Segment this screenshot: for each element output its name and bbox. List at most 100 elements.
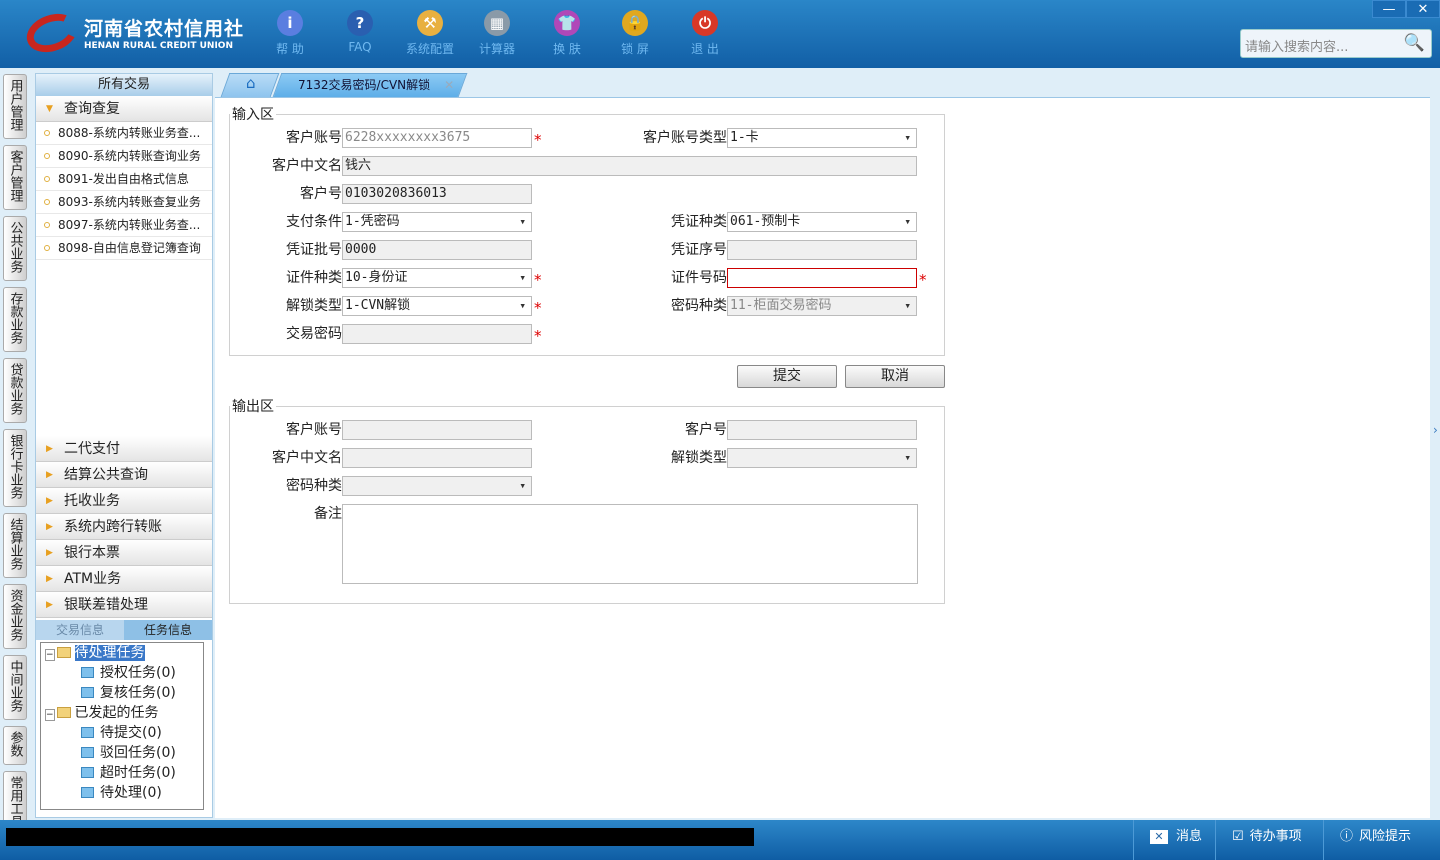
caret-down-icon: ▼ bbox=[46, 104, 53, 114]
transaction-item[interactable]: 8090-系统内转账查询业务 bbox=[36, 145, 212, 168]
todo-button[interactable]: ☑ 待办事项 bbox=[1215, 820, 1323, 860]
voucher-serial-input[interactable] bbox=[727, 240, 917, 260]
password-type-select[interactable]: 11-柜面交易密码 bbox=[727, 296, 917, 316]
item-label: 8091-发出自由格式信息 bbox=[58, 172, 189, 186]
task-label: 授权任务(0) bbox=[100, 665, 176, 681]
vtab-1[interactable]: 客户管理 bbox=[3, 145, 27, 210]
collapse-icon[interactable]: − bbox=[45, 649, 55, 661]
vtab-4[interactable]: 贷款业务 bbox=[3, 358, 27, 423]
name-input[interactable]: 钱六 bbox=[342, 156, 917, 176]
search-icon[interactable]: 🔍 bbox=[1404, 33, 1425, 53]
tool-toolbox[interactable]: ⚒ 系统配置 bbox=[400, 10, 460, 57]
close-tab-icon[interactable]: ✕ bbox=[444, 78, 454, 92]
logo-cn: 河南省农村信用社 bbox=[84, 18, 245, 40]
vtab-2[interactable]: 公共业务 bbox=[3, 216, 27, 281]
field-label: 交易密码 bbox=[286, 326, 342, 342]
task-icon bbox=[81, 787, 94, 798]
tab-7132[interactable]: 7132交易密码/CVN解锁 ✕ bbox=[272, 73, 468, 97]
messages-button[interactable]: ✕ 消息 bbox=[1133, 820, 1215, 860]
search-input[interactable]: 请输入搜索内容... 🔍 bbox=[1240, 29, 1432, 58]
risk-button[interactable]: ⓘ 风险提示 bbox=[1323, 820, 1440, 860]
transaction-item[interactable]: 8088-系统内转账业务查... bbox=[36, 122, 212, 145]
cancel-button[interactable]: 取消 bbox=[845, 365, 945, 388]
voucher-batch-input[interactable]: 0000 bbox=[342, 240, 532, 260]
sidebar-group[interactable]: ▶ 银行本票 bbox=[36, 540, 212, 566]
pay-condition-select[interactable]: 1-凭密码 bbox=[342, 212, 532, 232]
tab-transaction-info[interactable]: 交易信息 bbox=[36, 620, 124, 640]
sidebar-group[interactable]: ▶ 系统内跨行转账 bbox=[36, 514, 212, 540]
tool-label: 锁 屏 bbox=[621, 42, 649, 56]
folder-icon bbox=[56, 707, 71, 718]
bullet-icon bbox=[44, 199, 50, 205]
task-label: 驳回任务(0) bbox=[100, 745, 176, 761]
vtab-3[interactable]: 存款业务 bbox=[3, 287, 27, 352]
transaction-item[interactable]: 8091-发出自由格式信息 bbox=[36, 168, 212, 191]
group-query[interactable]: ▼ 查询查复 bbox=[36, 96, 212, 122]
transaction-password-input[interactable] bbox=[342, 324, 532, 344]
tree-item[interactable]: 待处理(0) bbox=[41, 783, 203, 803]
sidebar-group[interactable]: ▶ 二代支付 bbox=[36, 436, 212, 462]
expand-right-icon[interactable]: › bbox=[1433, 423, 1438, 437]
id-type-select[interactable]: 10-身份证 bbox=[342, 268, 532, 288]
unlock-type-select[interactable]: 1-CVN解锁 bbox=[342, 296, 532, 316]
main-panel: ⌂ 7132交易密码/CVN解锁 ✕ 输入区 客户账号 6228xxxxxxxx36… bbox=[215, 73, 1438, 818]
tree-item[interactable]: 驳回任务(0) bbox=[41, 743, 203, 763]
transaction-item[interactable]: 8098-自由信息登记簿查询 bbox=[36, 237, 212, 260]
sidebar: 所有交易 ▼ 查询查复 8088-系统内转账业务查... 8090-系统内转账查询业… bbox=[35, 73, 213, 818]
tool-info[interactable]: i 帮 助 bbox=[260, 10, 320, 57]
out-unlock-type-select[interactable] bbox=[727, 448, 917, 468]
transaction-item[interactable]: 8093-系统内转账查复业务 bbox=[36, 191, 212, 214]
tree-item[interactable]: 超时任务(0) bbox=[41, 763, 203, 783]
tool-power[interactable]: ⏻ 退 出 bbox=[675, 10, 735, 57]
submit-button[interactable]: 提交 bbox=[737, 365, 837, 388]
bullet-icon bbox=[44, 245, 50, 251]
tool-label: FAQ bbox=[348, 40, 372, 54]
sidebar-group[interactable]: ▶ ATM业务 bbox=[36, 566, 212, 592]
tool-help[interactable]: ? FAQ bbox=[330, 10, 390, 54]
sidebar-group[interactable]: ▶ 托收业务 bbox=[36, 488, 212, 514]
remark-textarea[interactable] bbox=[342, 504, 918, 584]
item-label: 8098-自由信息登记簿查询 bbox=[58, 241, 201, 255]
customer-no-input[interactable]: 0103020836013 bbox=[342, 184, 532, 204]
tree-folder[interactable]: − 待处理任务 bbox=[41, 643, 203, 663]
transaction-item[interactable]: 8097-系统内转账业务查... bbox=[36, 214, 212, 237]
vtab-label: 公共业务 bbox=[7, 221, 23, 273]
out-name-input[interactable] bbox=[342, 448, 532, 468]
field-label: 客户账号类型 bbox=[643, 130, 727, 146]
close-button[interactable]: ✕ bbox=[1406, 0, 1440, 18]
vtab-6[interactable]: 结算业务 bbox=[3, 513, 27, 578]
account-type-select[interactable]: 1-卡 bbox=[727, 128, 917, 148]
caret-right-icon: ▶ bbox=[46, 574, 53, 584]
tree-item[interactable]: 复核任务(0) bbox=[41, 683, 203, 703]
tool-calculator[interactable]: ▦ 计算器 bbox=[467, 10, 527, 57]
group-label: 结算公共查询 bbox=[64, 467, 148, 483]
tree-item[interactable]: 授权任务(0) bbox=[41, 663, 203, 683]
sidebar-group[interactable]: ▶ 结算公共查询 bbox=[36, 462, 212, 488]
minimize-button[interactable]: — bbox=[1372, 0, 1406, 18]
tree-item[interactable]: 待提交(0) bbox=[41, 723, 203, 743]
vtab-0[interactable]: 用户管理 bbox=[3, 74, 27, 139]
risk-label: 风险提示 bbox=[1359, 829, 1412, 844]
account-input[interactable]: 6228xxxxxxxx3675 bbox=[342, 128, 532, 148]
tree-folder[interactable]: − 已发起的任务 bbox=[41, 703, 203, 723]
out-password-type-select[interactable] bbox=[342, 476, 532, 496]
tool-lock[interactable]: 🔒 锁 屏 bbox=[605, 10, 665, 57]
vtab-5[interactable]: 银行卡业务 bbox=[3, 429, 27, 507]
tool-shirt[interactable]: 👕 换 肤 bbox=[537, 10, 597, 57]
item-label: 8088-系统内转账业务查... bbox=[58, 126, 201, 140]
out-account-input[interactable] bbox=[342, 420, 532, 440]
vtab-8[interactable]: 中间业务 bbox=[3, 655, 27, 720]
id-number-input[interactable] bbox=[727, 268, 917, 288]
field-label: 客户中文名 bbox=[272, 450, 342, 466]
tab-title: 7132交易密码/CVN解锁 bbox=[298, 78, 431, 92]
header: 河南省农村信用社 HENAN RURAL CREDIT UNION i 帮 助? FA… bbox=[0, 0, 1440, 68]
out-customer-no-input[interactable] bbox=[727, 420, 917, 440]
tab-home[interactable]: ⌂ bbox=[220, 73, 280, 97]
lock-icon: 🔒 bbox=[622, 10, 648, 36]
vtab-9[interactable]: 参数 bbox=[3, 726, 27, 765]
sidebar-group[interactable]: ▶ 银联差错处理 bbox=[36, 592, 212, 618]
vtab-7[interactable]: 资金业务 bbox=[3, 584, 27, 649]
collapse-icon[interactable]: − bbox=[45, 709, 55, 721]
tab-task-info[interactable]: 任务信息 bbox=[124, 620, 212, 640]
voucher-type-select[interactable]: 061-预制卡 bbox=[727, 212, 917, 232]
